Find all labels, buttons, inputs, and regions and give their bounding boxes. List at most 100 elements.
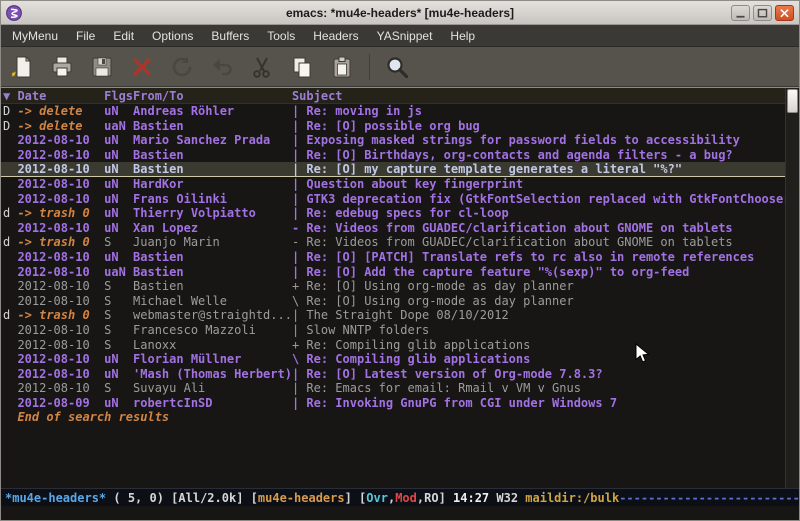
copy-icon[interactable]	[289, 54, 315, 80]
print-icon[interactable]	[49, 54, 75, 80]
thread-separator: -	[292, 221, 306, 236]
modeline-segment-maildir: maildir:/bulk	[525, 491, 619, 505]
save-icon[interactable]	[89, 54, 115, 80]
message-row[interactable]: D-> deleteuNAndreas Röhler|Re: moving in…	[1, 104, 785, 119]
modeline-segment-ovr: Ovr	[366, 491, 388, 505]
menu-item-options[interactable]: Options	[143, 25, 202, 47]
flags-cell: uaN	[104, 119, 133, 134]
subject-cell: Re: [O] Using org-mode as day planner	[306, 294, 785, 309]
date-cell: 2012-08-10	[17, 367, 104, 382]
subject-cell: Re: moving in js	[306, 104, 785, 119]
subject-cell: Re: Videos from GUADEC/clarification abo…	[306, 221, 785, 236]
maximize-button[interactable]	[753, 5, 772, 21]
menu-item-headers[interactable]: Headers	[304, 25, 367, 47]
emacs-app-icon	[6, 5, 22, 21]
thread-separator: |	[292, 148, 306, 163]
from-cell: Bastien	[133, 148, 292, 163]
mark-char: D	[3, 104, 17, 119]
date-cell: 2012-08-09	[17, 396, 104, 411]
message-row[interactable]: 2012-08-10SBastien+Re: [O] Using org-mod…	[1, 279, 785, 294]
close-buffer-icon[interactable]	[129, 54, 155, 80]
message-row[interactable]: 2012-08-10uNFrans Oilinki|GTK3 deprecati…	[1, 192, 785, 207]
menu-item-mymenu[interactable]: MyMenu	[3, 25, 67, 47]
flags-cell: uN	[104, 221, 133, 236]
scrollbar-thumb[interactable]	[787, 89, 798, 113]
close-button[interactable]	[775, 5, 794, 21]
mark-char: D	[3, 119, 17, 134]
sort-direction-icon[interactable]: ▼	[3, 88, 17, 103]
from-cell: robertcInSD	[133, 396, 292, 411]
scrollbar[interactable]	[785, 88, 799, 488]
menu-item-buffers[interactable]: Buffers	[202, 25, 258, 47]
thread-separator: |	[292, 396, 306, 411]
minibuffer[interactable]	[1, 506, 799, 521]
from-cell: Bastien	[133, 250, 292, 265]
end-of-search-results: End of search results	[1, 410, 785, 425]
menu-item-help[interactable]: Help	[441, 25, 484, 47]
message-row[interactable]: 2012-08-09uNrobertcInSD|Re: Invoking Gnu…	[1, 396, 785, 411]
thread-separator: |	[292, 133, 306, 148]
mark-char: d	[3, 235, 17, 250]
new-file-icon[interactable]	[9, 54, 35, 80]
cut-icon[interactable]	[249, 54, 275, 80]
flags-cell: S	[104, 308, 133, 323]
thread-separator: \	[292, 294, 306, 309]
flags-cell: uN	[104, 148, 133, 163]
flags-cell: S	[104, 338, 133, 353]
column-flags[interactable]: Flgs	[104, 88, 133, 103]
message-row[interactable]: 2012-08-10uNHardKor|Question about key f…	[1, 177, 785, 192]
subject-cell: Re: Compiling glib applications	[306, 352, 785, 367]
column-subject[interactable]: Subject	[292, 88, 785, 103]
minimize-button[interactable]	[731, 5, 750, 21]
mark-char	[3, 367, 17, 382]
column-date[interactable]: Date	[17, 88, 104, 103]
message-row[interactable]: 2012-08-10uNMario Sanchez Prada|Exposing…	[1, 133, 785, 148]
message-row[interactable]: 2012-08-10SMichael Welle\Re: [O] Using o…	[1, 294, 785, 309]
message-row[interactable]: 2012-08-10SFrancesco Mazzoli|Slow NNTP f…	[1, 323, 785, 338]
message-row[interactable]: 2012-08-10uaNBastien|Re: [O] Add the cap…	[1, 265, 785, 280]
message-row[interactable]: d-> trash 0SJuanjo Marin-Re: Videos from…	[1, 235, 785, 250]
date-cell: 2012-08-10	[17, 221, 104, 236]
thread-separator: \	[292, 352, 306, 367]
menu-item-tools[interactable]: Tools	[258, 25, 304, 47]
from-cell: Bastien	[133, 119, 292, 134]
toolbar	[1, 47, 799, 87]
modeline-segment-mode: mu4e-headers	[258, 491, 345, 505]
subject-cell: Re: [O] my capture template generates a …	[306, 162, 785, 177]
flags-cell: uaN	[104, 265, 133, 280]
menu-item-yasnippet[interactable]: YASnippet	[368, 25, 442, 47]
subject-cell: Re: [O] Using org-mode as day planner	[306, 279, 785, 294]
from-cell: Michael Welle	[133, 294, 292, 309]
thread-separator: -	[292, 235, 306, 250]
mark-char	[3, 294, 17, 309]
menu-item-file[interactable]: File	[67, 25, 104, 47]
column-from[interactable]: From/To	[133, 88, 292, 103]
headers-column-header[interactable]: ▼ Date Flgs From/To Subject	[1, 88, 785, 104]
message-row[interactable]: 2012-08-10uNXan Lopez-Re: Videos from GU…	[1, 221, 785, 236]
message-row[interactable]: 2012-08-10uN'Mash (Thomas Herbert)|Re: […	[1, 367, 785, 382]
undo-icon	[209, 54, 235, 80]
message-row[interactable]: 2012-08-10SSuvayu Ali|Re: Emacs for emai…	[1, 381, 785, 396]
thread-separator: |	[292, 177, 306, 192]
search-icon[interactable]	[384, 54, 410, 80]
message-row[interactable]: d-> trash 0uNThierry Volpiatto|Re: edebu…	[1, 206, 785, 221]
modeline-segment-plain: ]	[439, 491, 453, 505]
message-row[interactable]: 2012-08-10uNFlorian Müllner\Re: Compilin…	[1, 352, 785, 367]
date-cell: -> delete	[17, 104, 104, 119]
mark-char	[3, 148, 17, 163]
title-bar[interactable]: emacs: *mu4e-headers* [mu4e-headers]	[1, 1, 799, 25]
message-row[interactable]: 2012-08-10uNBastien|Re: [O] Birthdays, o…	[1, 148, 785, 163]
mu4e-headers-buffer: ▼ Date Flgs From/To Subject D-> deleteuN…	[1, 88, 799, 488]
menu-item-edit[interactable]: Edit	[104, 25, 143, 47]
message-row[interactable]: D-> deleteuaNBastien|Re: [O] possible or…	[1, 119, 785, 134]
message-row[interactable]: 2012-08-10SLanoxx+Re: Compiling glib app…	[1, 338, 785, 353]
message-row[interactable]: d-> trash 0Swebmaster@straightd...|The S…	[1, 308, 785, 323]
modeline-segment-dashes: ----------------------------------------…	[619, 491, 799, 505]
message-row[interactable]: 2012-08-10uNBastien|Re: [O] my capture t…	[1, 162, 785, 177]
message-row[interactable]: 2012-08-10uNBastien|Re: [O] [PATCH] Tran…	[1, 250, 785, 265]
from-cell: 'Mash (Thomas Herbert)	[133, 367, 292, 382]
from-cell: Bastien	[133, 265, 292, 280]
paste-icon[interactable]	[329, 54, 355, 80]
modeline-segment-plain: [	[251, 491, 258, 505]
thread-separator: |	[292, 104, 306, 119]
